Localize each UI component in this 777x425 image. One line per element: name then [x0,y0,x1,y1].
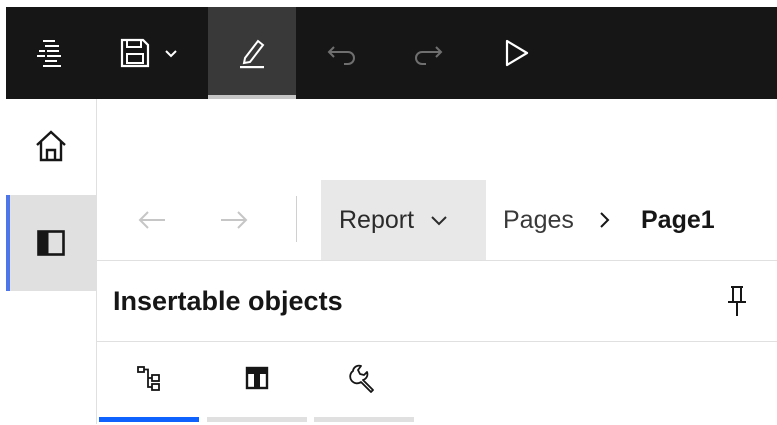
wrench-icon [349,364,374,393]
chevron-down-icon [431,216,447,226]
edit-icon [240,39,265,69]
panel-title: Insertable objects [113,286,343,316]
run-button[interactable] [472,7,560,99]
top-toolbar [6,7,777,99]
redo-icon [415,46,443,65]
toolbox-icon [245,366,269,390]
insertable-objects-panel: Insertable objects [97,260,777,425]
panel-icon [37,230,65,256]
breadcrumb-separator [597,180,611,260]
breadcrumb-pages[interactable]: Pages [503,180,574,260]
data-tree-icon [137,366,160,391]
home-button[interactable] [6,99,96,193]
save-button[interactable] [94,7,204,99]
report-dropdown[interactable]: Report [321,180,486,260]
chevron-right-icon [600,212,610,228]
left-rail [6,99,97,424]
report-label: Report [339,205,415,234]
chevron-down-icon [165,50,177,58]
tab-data-tree[interactable] [97,342,201,422]
save-icon [120,38,150,68]
breadcrumb-current-page: Page1 [641,206,715,234]
nav-divider [296,196,297,242]
undo-button[interactable] [298,7,386,99]
pin-button[interactable] [719,281,755,321]
insertable-objects-toggle[interactable] [6,195,96,291]
run-icon [505,39,529,67]
app-menu-icon [37,40,61,67]
arrow-right-icon [221,211,248,229]
forward-button[interactable] [210,180,258,260]
tab-properties[interactable] [312,342,416,422]
app-menu-button[interactable] [6,7,94,99]
arrow-left-icon [138,211,165,229]
back-button[interactable] [128,180,176,260]
undo-icon [327,46,355,65]
pin-icon [728,286,746,316]
home-icon [36,130,66,162]
tab-toolbox[interactable] [205,342,309,422]
redo-button[interactable] [384,7,472,99]
edit-button[interactable] [208,7,296,99]
